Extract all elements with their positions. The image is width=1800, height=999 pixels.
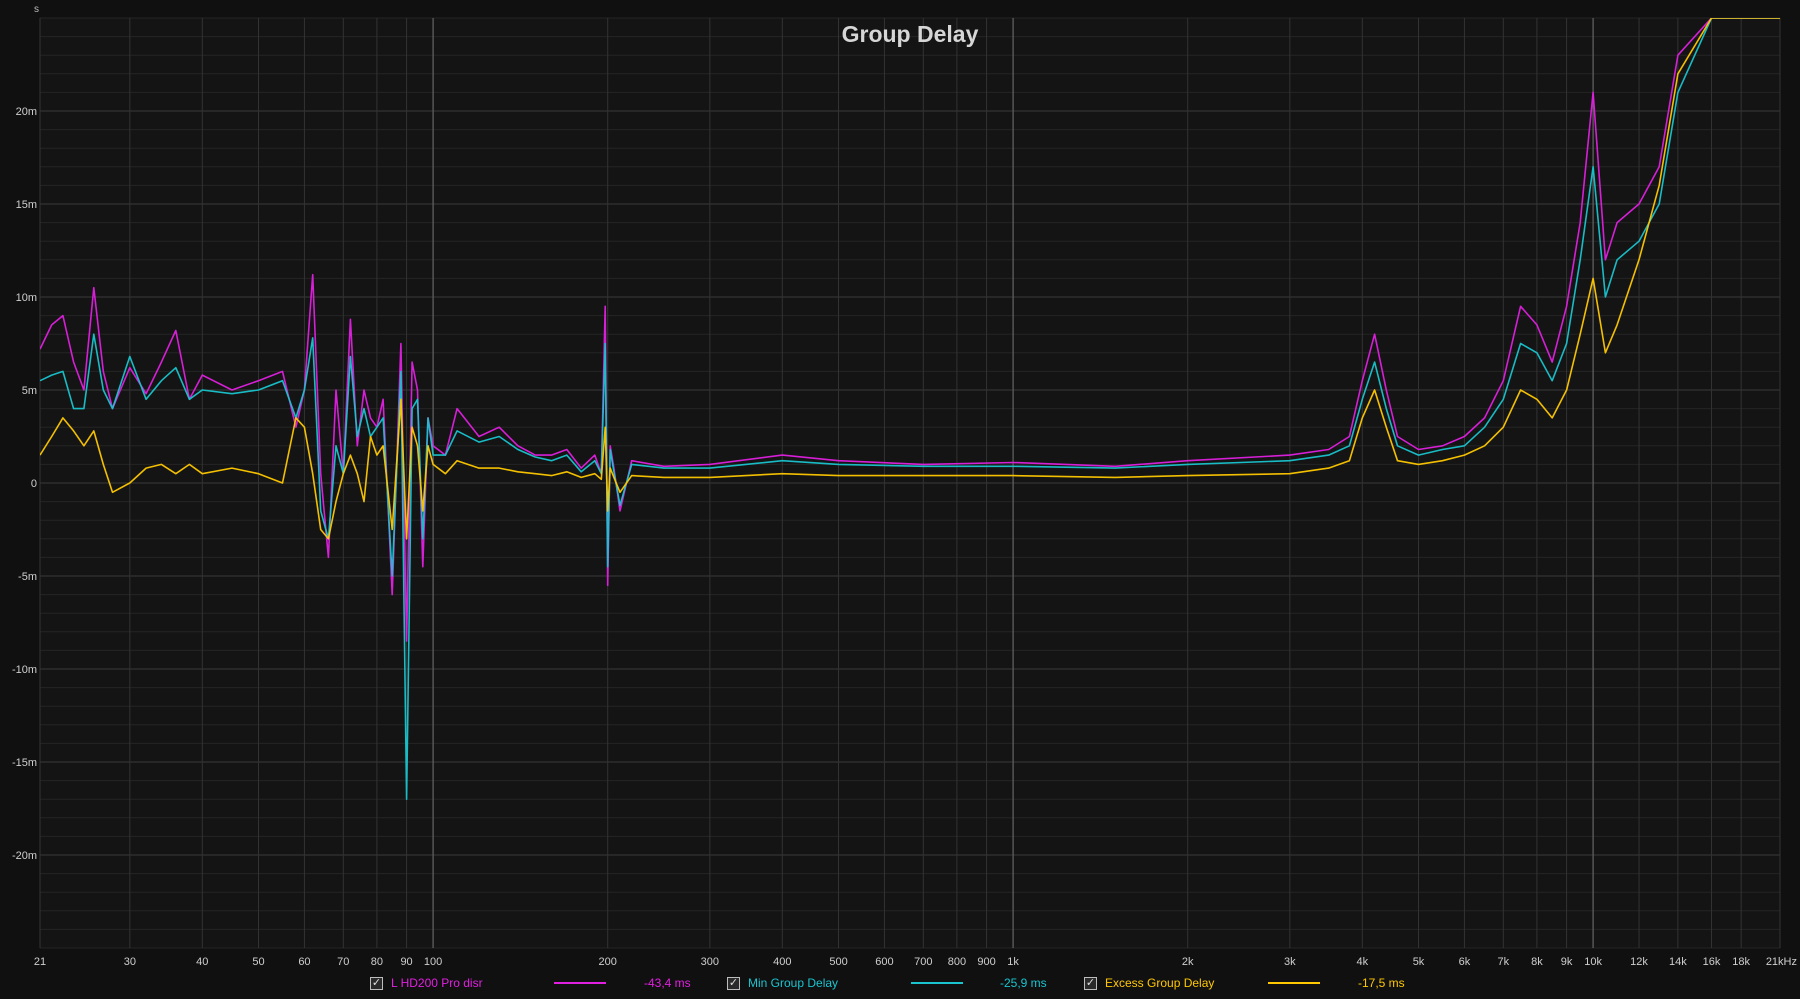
- x-tick-label: 500: [829, 956, 847, 968]
- x-tick-label: 40: [196, 956, 208, 968]
- series-readout: -17,5 ms: [1358, 976, 1405, 990]
- y-tick-label: 0: [31, 478, 37, 490]
- legend-swatch: [911, 982, 963, 984]
- chart-title: Group Delay: [842, 21, 979, 47]
- x-tick-label: 4k: [1356, 956, 1368, 968]
- x-tick-label: 400: [773, 956, 791, 968]
- x-axis-ticks: 21 30 40 50 60 70 80 90 100 200 300 400 500 600 700 800…: [34, 956, 1797, 968]
- x-tick-label: 300: [701, 956, 719, 968]
- y-tick-label: 15m: [16, 199, 37, 211]
- x-tick-label: 800: [948, 956, 966, 968]
- x-tick-label: 600: [875, 956, 893, 968]
- y-axis-ticks: 20m 15m 10m 5m 0 -5m -10m -15m -20m: [12, 106, 37, 862]
- x-tick-label: 5k: [1413, 956, 1425, 968]
- x-tick-label: 7k: [1497, 956, 1509, 968]
- legend-item-l-hd200[interactable]: ✓ L HD200 Pro disr: [370, 972, 483, 994]
- y-tick-label: 20m: [16, 106, 37, 118]
- legend-swatch: [1268, 982, 1320, 984]
- y-tick-label: -10m: [12, 664, 37, 676]
- y-tick-label: 5m: [22, 385, 37, 397]
- y-tick-label: 10m: [16, 292, 37, 304]
- series-readout: -43,4 ms: [644, 976, 691, 990]
- series-label: Excess Group Delay: [1105, 976, 1215, 990]
- x-tick-label: 10k: [1584, 956, 1602, 968]
- x-tick-label: 100: [424, 956, 442, 968]
- x-tick-label: 30: [124, 956, 136, 968]
- x-tick-label: 80: [371, 956, 383, 968]
- x-tick-label: 700: [914, 956, 932, 968]
- y-tick-label: -5m: [18, 571, 37, 583]
- legend-item-excess-group-delay[interactable]: ✓ Excess Group Delay: [1084, 972, 1214, 994]
- x-tick-label: 6k: [1459, 956, 1471, 968]
- x-tick-label: 200: [599, 956, 617, 968]
- series-label: Min Group Delay: [748, 976, 839, 990]
- series-readout: -25,9 ms: [1000, 976, 1047, 990]
- x-tick-label: 14k: [1669, 956, 1687, 968]
- x-tick-label: 21kHz: [1766, 956, 1797, 968]
- check-icon[interactable]: ✓: [370, 976, 383, 990]
- x-tick-label: 50: [252, 956, 264, 968]
- group-delay-chart: 21 30 40 50 60 70 80 90 100 200 300 400 500 600 700 800…: [12, 4, 1797, 968]
- y-tick-label: -20m: [12, 850, 37, 862]
- x-tick-label: 60: [298, 956, 310, 968]
- x-tick-label: 8k: [1531, 956, 1543, 968]
- x-tick-label: 1k: [1007, 956, 1019, 968]
- x-tick-label: 21: [34, 956, 46, 968]
- x-tick-label: 16k: [1703, 956, 1721, 968]
- legend-swatch: [554, 982, 606, 984]
- x-tick-label: 3k: [1284, 956, 1296, 968]
- check-icon[interactable]: ✓: [727, 976, 740, 990]
- series-label: L HD200 Pro disr: [391, 976, 483, 990]
- x-tick-label: 90: [400, 956, 412, 968]
- x-tick-label: 18k: [1732, 956, 1750, 968]
- check-icon[interactable]: ✓: [1084, 976, 1097, 990]
- x-tick-label: 2k: [1182, 956, 1194, 968]
- y-unit-label: s: [34, 4, 39, 15]
- x-tick-label: 9k: [1561, 956, 1573, 968]
- x-tick-label: 900: [977, 956, 995, 968]
- y-tick-label: -15m: [12, 757, 37, 769]
- legend-item-min-group-delay[interactable]: ✓ Min Group Delay: [727, 972, 838, 994]
- x-tick-label: 12k: [1630, 956, 1648, 968]
- legend: ✓ L HD200 Pro disr -43,4 ms ✓ Min Group …: [0, 972, 1800, 996]
- x-tick-label: 70: [337, 956, 349, 968]
